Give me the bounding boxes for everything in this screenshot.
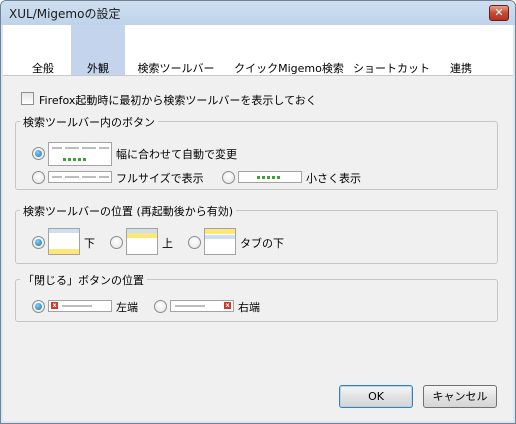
preview-button-shape (52, 147, 62, 149)
position-below-tabs-icon (204, 228, 236, 255)
group-title: 検索ツールバー内のボタン (20, 114, 158, 130)
radio-position-below-tabs[interactable] (188, 236, 201, 249)
radio-label: 小さく表示 (306, 172, 361, 185)
preview-toolbar (49, 249, 79, 254)
tab-label: ショートカット (353, 62, 430, 75)
preview-button-shape (82, 176, 96, 178)
full-size-buttons-icon (48, 171, 112, 183)
window-title: XUL/Migemoの設定 (9, 7, 121, 21)
preview-compact-buttons (257, 176, 281, 179)
radio-label: フルサイズで表示 (116, 172, 204, 185)
title-bar: XUL/Migemoの設定 ✕ (1, 1, 515, 25)
preview-button-shape (52, 176, 62, 178)
preview-field-shape (62, 305, 92, 307)
preview-compact-buttons (63, 158, 87, 161)
tab-general[interactable]: 全般 (17, 25, 69, 75)
close-icon: x (51, 302, 58, 309)
close-icon: x (224, 302, 231, 309)
group-title: 検索ツールバーの位置 (再起動後から有効) (20, 203, 237, 219)
radio-close-left[interactable] (32, 300, 45, 313)
radio-label: 幅に合わせて自動で変更 (116, 148, 237, 161)
tab-label: 外観 (87, 62, 109, 75)
radio-label: 左端 (116, 301, 138, 314)
tab-label: 全般 (32, 62, 54, 75)
group-title: 「閉じる」ボタンの位置 (20, 272, 147, 288)
preview-button-shape (99, 147, 109, 149)
cancel-button[interactable]: キャンセル (423, 385, 497, 408)
radio-compact[interactable] (222, 171, 235, 184)
startup-checkbox-label: Firefox起動時に最初から検索ツールバーを表示しておく (39, 94, 317, 107)
close-icon: ✕ (494, 6, 504, 19)
tab-search-toolbar[interactable]: 検索ツールバー (131, 25, 221, 75)
position-top-icon (126, 228, 158, 255)
tab-label: 連携 (450, 62, 472, 75)
radio-label: 上 (162, 237, 173, 250)
window-close-button[interactable]: ✕ (489, 5, 509, 21)
preview-button-shape (82, 147, 96, 149)
toolbar-buttons-group: 検索ツールバー内のボタン 幅に合わせて自動で変更 フルサイズで表示 小さく表示 (15, 114, 498, 190)
radio-selected-dot (35, 303, 42, 310)
compact-buttons-icon (238, 171, 302, 183)
preview-button-shape (65, 176, 79, 178)
radio-label: 右端 (238, 301, 260, 314)
preview-field-shape (175, 305, 205, 307)
preview-tabbar (49, 229, 79, 233)
radio-position-top[interactable] (110, 236, 123, 249)
radio-close-right[interactable] (154, 300, 167, 313)
radio-auto-width[interactable] (32, 147, 45, 160)
close-left-icon: x (48, 300, 112, 312)
radio-full-size[interactable] (32, 171, 45, 184)
startup-checkbox[interactable] (21, 92, 34, 105)
preferences-window: XUL/Migemoの設定 ✕ 全般 外観 検索ツールバー クイックMigemo… (0, 0, 516, 424)
radio-selected-dot (35, 150, 42, 157)
auto-width-buttons-icon (48, 142, 112, 166)
tab-quick-migemo[interactable]: クイックMigemo検索 (231, 25, 347, 75)
tab-shortcuts[interactable]: ショートカット (353, 25, 430, 75)
preview-button-shape (65, 147, 79, 149)
dialog-content: 全般 外観 検索ツールバー クイックMigemo検索 ショートカット 連携 Fi… (3, 25, 513, 421)
ok-button[interactable]: OK (339, 385, 413, 408)
tab-label: クイックMigemo検索 (234, 62, 344, 75)
preview-button-shape (99, 176, 109, 178)
tab-integration[interactable]: 連携 (439, 25, 483, 75)
radio-position-bottom[interactable] (32, 236, 45, 249)
radio-selected-dot (35, 239, 42, 246)
tab-label: 検索ツールバー (137, 62, 215, 75)
toolbar-position-group: 検索ツールバーの位置 (再起動後から有効) 下 上 タブの下 (15, 203, 498, 264)
position-bottom-icon (48, 228, 80, 255)
preview-toolbar (205, 229, 235, 234)
radio-label: タブの下 (240, 237, 284, 250)
close-right-icon: x (170, 300, 234, 312)
preview-toolbar (127, 233, 157, 238)
radio-label: 下 (84, 237, 95, 250)
pane-tab-strip: 全般 外観 検索ツールバー クイックMigemo検索 ショートカット 連携 (3, 25, 513, 76)
preview-tabbar (205, 235, 235, 239)
tab-appearance[interactable]: 外観 (71, 25, 125, 75)
close-button-position-group: 「閉じる」ボタンの位置 x 左端 x 右端 (15, 272, 498, 322)
